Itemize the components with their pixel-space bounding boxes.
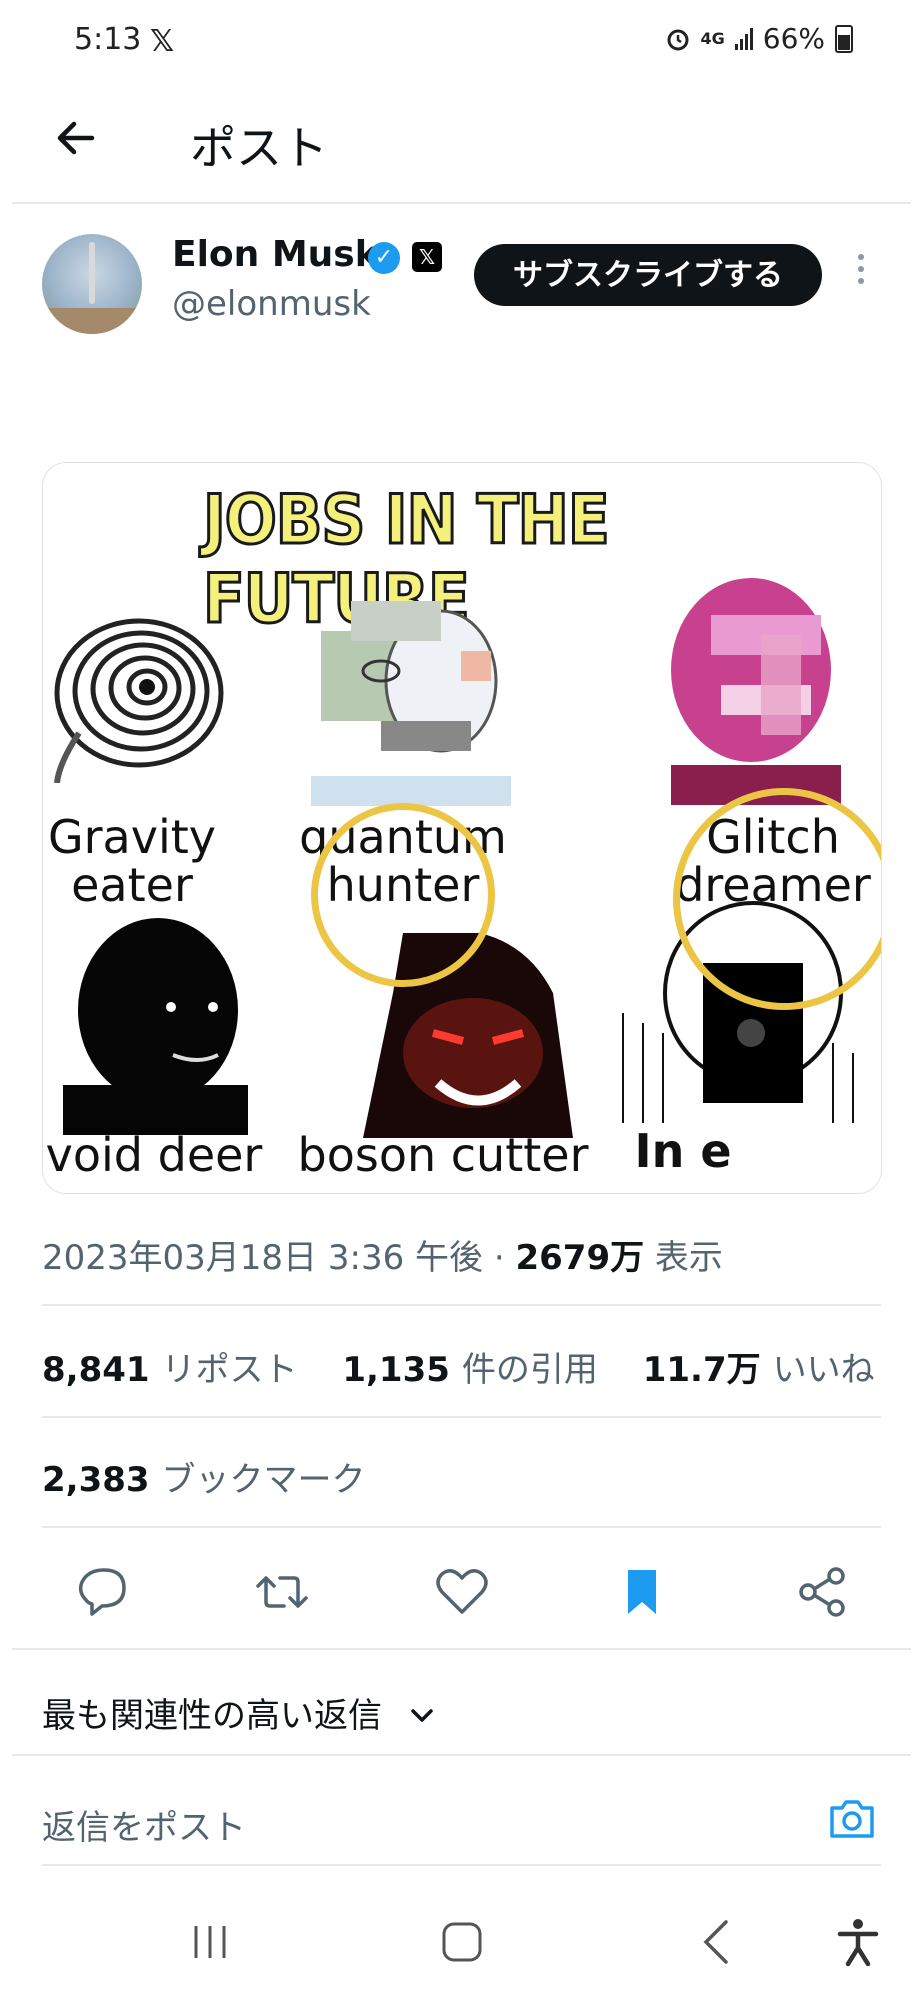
meta-separator: · <box>483 1238 516 1278</box>
post-timestamp-views: 2023年03月18日 3:36 午後 · 2679万 表示 <box>42 1230 723 1279</box>
highlight-circle-quantum-hunter <box>311 803 495 987</box>
accessibility-icon[interactable] <box>828 1912 888 1972</box>
bookmark-icon[interactable] <box>612 1562 672 1622</box>
battery-percent: 66% <box>762 22 825 55</box>
engagement-stats: 8,841 リポスト 1,135 件の引用 11.7万 いいね <box>42 1342 875 1391</box>
network-type: 4G <box>700 29 725 48</box>
top-app-bar: ポスト <box>0 90 923 202</box>
repost-icon[interactable] <box>252 1562 312 1622</box>
post-image[interactable]: JOBS IN THE FUTURE Gravity eater quantum… <box>42 462 882 1194</box>
reply-icon[interactable] <box>72 1562 132 1622</box>
input-divider <box>42 1864 881 1866</box>
label-boson-cutter: boson cutter <box>297 1128 589 1182</box>
reply-sort-dropdown[interactable]: 最も関連性の高い返信 <box>42 1688 437 1737</box>
quotes-label: 件の引用 <box>461 1350 598 1390</box>
likes-label: いいね <box>772 1350 875 1390</box>
views-count: 2679万 <box>515 1238 645 1278</box>
more-options-icon[interactable] <box>856 254 866 290</box>
views-label[interactable]: 表示 <box>655 1238 723 1278</box>
launchpad-shape <box>42 308 142 334</box>
avatar[interactable] <box>42 234 142 334</box>
author-name[interactable]: Elon Musk <box>172 234 379 275</box>
label-in-e: In e <box>634 1124 732 1178</box>
subscribe-button[interactable]: サブスクライブする <box>474 244 822 306</box>
reposts-count: 8,841 <box>42 1350 150 1390</box>
highlight-circle-glitch-dreamer <box>673 788 881 1010</box>
gravity-eater-figure <box>54 618 224 783</box>
post-datetime: 2023年03月18日 3:36 午後 <box>42 1238 484 1278</box>
likes-stat[interactable]: 11.7万 いいね <box>643 1350 875 1390</box>
quotes-count: 1,135 <box>342 1350 450 1390</box>
signal-icon <box>734 27 753 50</box>
back-arrow-icon[interactable] <box>52 114 100 162</box>
reposts-label: リポスト <box>161 1350 298 1390</box>
status-right: 4G 66% <box>665 22 853 55</box>
recent-apps-icon[interactable] <box>180 1912 240 1972</box>
meta-divider <box>42 1304 881 1306</box>
rocket-shape <box>89 242 95 304</box>
label-void-deer: void deer <box>45 1128 263 1182</box>
status-bar: 5:13 𝕏 4G 66% <box>0 0 923 82</box>
quantum-hunter-figure <box>311 601 511 806</box>
battery-icon <box>835 24 853 53</box>
bookmarks-label: ブックマーク <box>161 1460 366 1500</box>
actions-divider <box>12 1648 911 1650</box>
x-affiliation-icon: 𝕏 <box>412 242 442 272</box>
page-title: ポスト <box>190 121 328 175</box>
x-app-icon: 𝕏 <box>150 24 175 59</box>
verified-badge-icon: ✓ <box>368 242 400 274</box>
author-handle[interactable]: @elonmusk <box>172 284 371 324</box>
reply-sort-label: 最も関連性の高い返信 <box>42 1696 382 1736</box>
like-heart-icon[interactable] <box>432 1562 492 1622</box>
replies-divider <box>12 1754 911 1756</box>
label-gravity-eater: Gravity eater <box>47 810 216 912</box>
void-deer-figure <box>63 918 248 1135</box>
share-icon[interactable] <box>792 1562 852 1622</box>
status-time: 5:13 <box>74 22 142 57</box>
header-divider <box>12 202 911 204</box>
home-icon[interactable] <box>432 1912 492 1972</box>
reposts-stat[interactable]: 8,841 リポスト <box>42 1350 298 1390</box>
bookmarks-stat[interactable]: 2,383 ブックマーク <box>42 1452 366 1501</box>
quotes-stat[interactable]: 1,135 件の引用 <box>342 1350 598 1390</box>
glitch-dreamer-figure <box>671 578 841 805</box>
stats-divider <box>42 1416 881 1418</box>
bookmarks-count: 2,383 <box>42 1460 150 1500</box>
likes-count: 11.7万 <box>642 1350 761 1390</box>
camera-icon[interactable] <box>826 1792 878 1844</box>
back-nav-icon[interactable] <box>688 1912 748 1972</box>
reply-input[interactable]: 返信をポスト <box>42 1800 246 1849</box>
bookmarks-divider <box>42 1526 881 1528</box>
chevron-down-icon <box>411 1709 433 1722</box>
alarm-icon <box>667 29 688 50</box>
